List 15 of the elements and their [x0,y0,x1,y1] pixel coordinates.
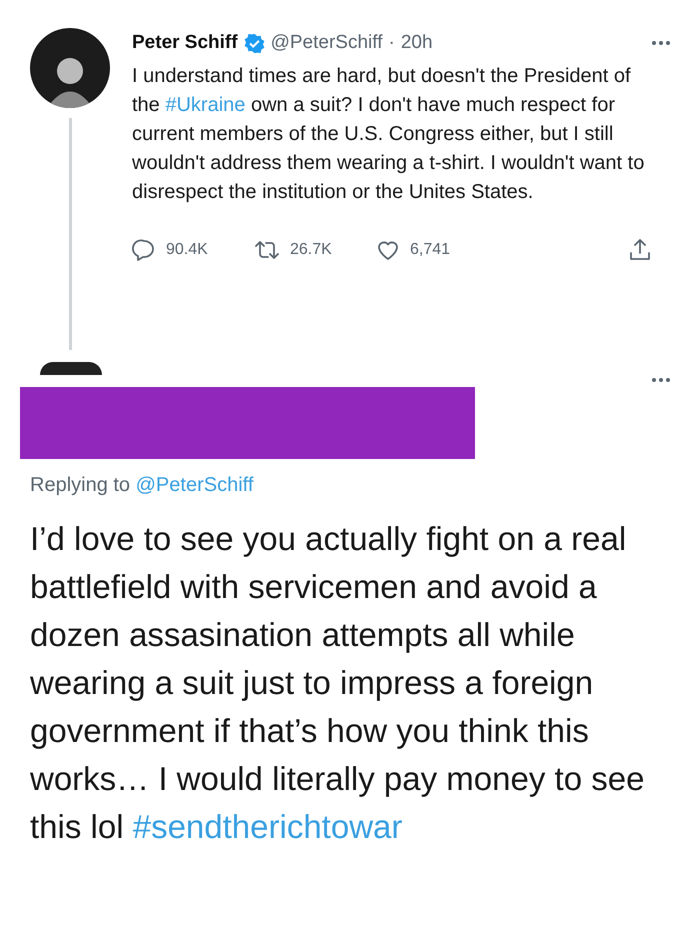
reply-icon[interactable] [132,238,156,262]
author-handle[interactable]: @PeterSchiff [270,32,382,54]
reply-text: I’d love to see you actually fight on a real battlefield with servicemen and avoid a dozen assasination attempts all while wearing a suit just to impress a foreign government if that’s how you think this works… I would literally pay money to see this lol #sendtherichtowar [29,519,646,847]
tweet-text: I understand times are hard, but doesn't the President of the #Ukraine own a suit? I don't have much respect for current members of the U.S. Congress either, but I still wouldn't address them wearing a t-shirt. I wouldn't want to disrespect the institution or the Unites States. [132,64,646,205]
retweet-count: 26.7K [290,241,332,259]
avatar[interactable] [40,362,102,375]
author-name[interactable]: Peter Schiff [132,32,238,54]
share-icon[interactable] [628,237,652,263]
retweet-icon[interactable] [254,238,280,262]
separator: · [388,32,395,54]
like-count: 6,741 [410,241,450,259]
more-icon[interactable] [652,41,670,45]
timestamp[interactable]: 20h [400,32,433,54]
reply-count: 90.4K [166,241,208,259]
more-icon[interactable] [652,378,670,382]
